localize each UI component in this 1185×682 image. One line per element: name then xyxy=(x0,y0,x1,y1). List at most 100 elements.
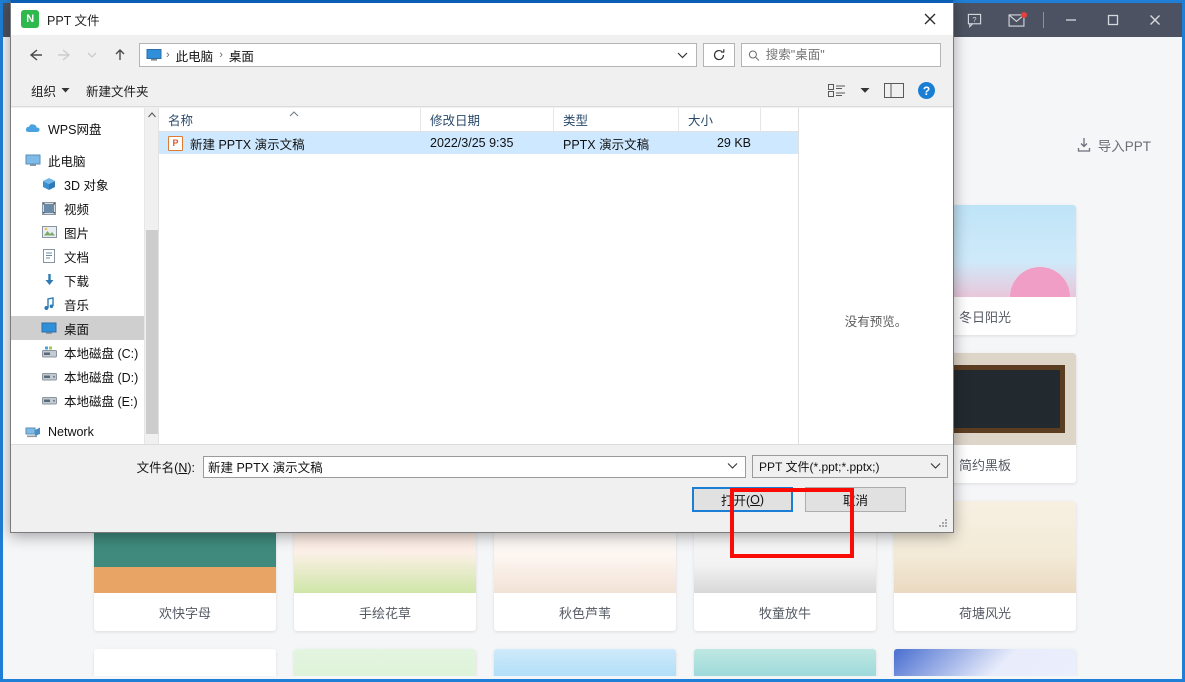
sidebar-item-downloads[interactable]: 下载 xyxy=(11,268,158,292)
sidebar-item-network[interactable]: Network xyxy=(11,420,158,444)
document-icon xyxy=(41,248,57,264)
column-header-type[interactable]: 类型 xyxy=(554,108,679,131)
breadcrumb-dropdown-icon[interactable] xyxy=(677,48,690,62)
template-thumbnail xyxy=(494,649,676,676)
scroll-up-arrow[interactable] xyxy=(145,108,158,122)
back-button[interactable] xyxy=(23,42,49,68)
computer-icon xyxy=(146,48,162,62)
close-button[interactable] xyxy=(1134,4,1176,36)
forward-button[interactable] xyxy=(51,42,77,68)
sidebar-item-pictures[interactable]: 图片 xyxy=(11,220,158,244)
breadcrumb-separator: › xyxy=(219,49,223,61)
search-input[interactable] xyxy=(766,48,934,62)
download-icon xyxy=(41,272,57,288)
sidebar-item-label: 图片 xyxy=(64,223,89,242)
template-label: 欢快字母 xyxy=(94,593,276,631)
template-card[interactable] xyxy=(494,649,676,676)
view-dropdown-icon[interactable] xyxy=(860,87,870,94)
template-thumbnail xyxy=(294,649,476,676)
sidebar-item-label: 视频 xyxy=(64,199,89,218)
navigation-bar: › 此电脑 › 桌面 xyxy=(11,35,953,75)
up-button[interactable] xyxy=(107,42,133,68)
column-headers: 名称 修改日期 类型 大小 xyxy=(159,108,798,132)
sidebar-item-local-disk-e[interactable]: 本地磁盘 (E:) xyxy=(11,388,158,412)
drive-icon xyxy=(41,392,57,408)
filename-dropdown-icon[interactable] xyxy=(724,461,741,472)
template-card[interactable] xyxy=(894,649,1076,676)
system-drive-icon xyxy=(41,344,57,360)
new-folder-button[interactable]: 新建文件夹 xyxy=(80,77,159,104)
sidebar-item-local-disk-d[interactable]: 本地磁盘 (D:) xyxy=(11,364,158,388)
table-row[interactable]: P 新建 PPTX 演示文稿 2022/3/25 9:35 PPTX 演示文稿 … xyxy=(159,132,798,154)
dialog-buttons: 打开(O) 取消 xyxy=(692,487,906,512)
tree-gap xyxy=(11,412,158,420)
column-header-size[interactable]: 大小 xyxy=(679,108,761,131)
sidebar-item-music[interactable]: 音乐 xyxy=(11,292,158,316)
filename-field[interactable] xyxy=(203,456,746,478)
breadcrumb-item-computer[interactable]: 此电脑 xyxy=(174,46,216,65)
network-icon xyxy=(25,424,41,440)
file-modified: 2022/3/25 9:35 xyxy=(421,136,554,150)
import-ppt-button[interactable]: 导入PPT xyxy=(1076,135,1151,155)
help-icon[interactable]: ? xyxy=(953,4,995,36)
preview-pane-icon[interactable] xyxy=(884,83,904,98)
column-header-modified[interactable]: 修改日期 xyxy=(421,108,554,131)
file-name: 新建 PPTX 演示文稿 xyxy=(190,134,305,153)
recent-locations-button[interactable] xyxy=(79,42,105,68)
breadcrumb[interactable]: › 此电脑 › 桌面 xyxy=(139,43,697,67)
template-card[interactable] xyxy=(294,649,476,676)
sidebar-item-this-pc[interactable]: 此电脑 xyxy=(11,148,158,172)
sidebar-item-label: Network xyxy=(48,425,94,439)
titlebar-divider xyxy=(1043,12,1044,28)
sidebar-item-label: 音乐 xyxy=(64,295,89,314)
breadcrumb-item-desktop[interactable]: 桌面 xyxy=(227,46,256,65)
template-card[interactable] xyxy=(694,649,876,676)
breadcrumb-separator: › xyxy=(166,49,170,61)
sidebar-item-documents[interactable]: 文档 xyxy=(11,244,158,268)
sidebar-item-wps-cloud[interactable]: WPS网盘 xyxy=(11,116,158,140)
cube-icon xyxy=(41,176,57,192)
mail-icon[interactable] xyxy=(995,4,1037,36)
dialog-footer: 文件名(N): PPT 文件(*.ppt;*.pptx;) 打开(O) 取消 xyxy=(11,444,953,532)
resize-grip[interactable] xyxy=(939,519,949,529)
sidebar-item-videos[interactable]: 视频 xyxy=(11,196,158,220)
organize-menu[interactable]: 组织 xyxy=(25,77,80,104)
search-box[interactable] xyxy=(741,43,941,67)
import-icon xyxy=(1076,137,1092,153)
command-bar: 组织 新建文件夹 ? xyxy=(11,75,953,107)
app-icon: N xyxy=(21,10,39,28)
cancel-button[interactable]: 取消 xyxy=(805,487,906,512)
new-folder-label: 新建文件夹 xyxy=(86,81,149,100)
sidebar-item-3d-objects[interactable]: 3D 对象 xyxy=(11,172,158,196)
template-thumbnail xyxy=(694,649,876,676)
maximize-button[interactable] xyxy=(1092,4,1134,36)
template-card[interactable] xyxy=(94,649,276,676)
open-button[interactable]: 打开(O) xyxy=(692,487,793,512)
import-ppt-label: 导入PPT xyxy=(1098,135,1151,155)
sidebar-item-label: 本地磁盘 (D:) xyxy=(64,367,138,386)
dialog-title: PPT 文件 xyxy=(47,10,100,29)
template-thumbnail xyxy=(94,649,276,676)
filetype-value: PPT 文件(*.ppt;*.pptx;) xyxy=(759,458,880,475)
template-thumbnail xyxy=(894,649,1076,676)
sidebar-item-local-disk-c[interactable]: 本地磁盘 (C:) xyxy=(11,340,158,364)
refresh-button[interactable] xyxy=(703,43,735,67)
sort-ascending-icon xyxy=(289,109,299,119)
filename-input[interactable] xyxy=(208,460,724,474)
template-label: 牧童放牛 xyxy=(694,593,876,631)
dialog-close-button[interactable] xyxy=(907,4,953,35)
video-icon xyxy=(41,200,57,216)
filetype-dropdown[interactable]: PPT 文件(*.ppt;*.pptx;) xyxy=(752,455,948,478)
scrollbar-thumb[interactable] xyxy=(146,230,158,434)
filename-label: 文件名(N): xyxy=(11,457,203,476)
sidebar-item-desktop[interactable]: 桌面 xyxy=(11,316,158,340)
minimize-button[interactable] xyxy=(1050,4,1092,36)
list-view-icon[interactable] xyxy=(828,84,846,98)
chevron-down-icon xyxy=(61,87,70,94)
help-icon[interactable]: ? xyxy=(918,82,935,99)
file-name-cell: P 新建 PPTX 演示文稿 xyxy=(159,134,421,153)
template-label: 手绘花草 xyxy=(294,593,476,631)
chevron-down-icon xyxy=(930,461,941,472)
music-icon xyxy=(41,296,57,312)
sidebar-item-label: WPS网盘 xyxy=(48,119,101,138)
